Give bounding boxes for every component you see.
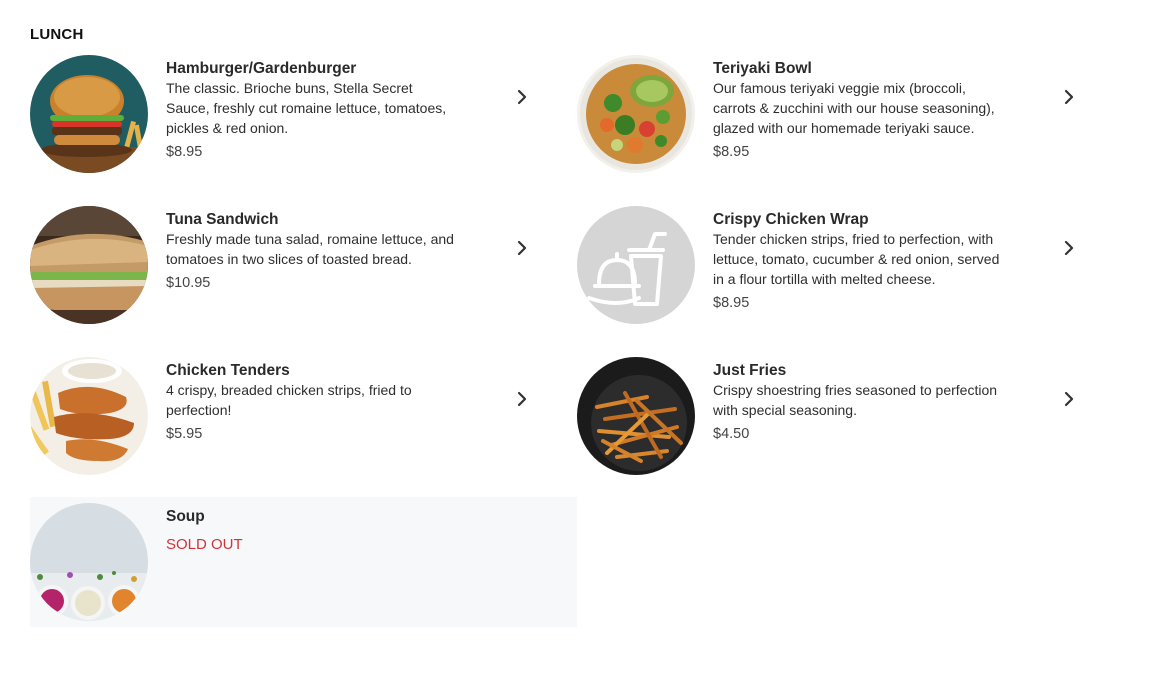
- menu-item-soup: Soup SOLD OUT: [30, 497, 577, 627]
- item-text: Soup SOLD OUT: [166, 508, 456, 554]
- menu-item-hamburger[interactable]: Hamburger/Gardenburger The classic. Brio…: [30, 49, 577, 179]
- menu-item-teriyaki-bowl[interactable]: Teriyaki Bowl Our famous teriyaki veggie…: [577, 49, 1124, 179]
- item-name: Soup: [166, 508, 205, 525]
- item-text: Hamburger/Gardenburger The classic. Brio…: [166, 60, 456, 161]
- item-price: $5.95: [166, 426, 203, 442]
- item-text: Chicken Tenders 4 crispy, breaded chicke…: [166, 362, 456, 443]
- chevron-right-icon[interactable]: [514, 391, 530, 407]
- item-price: $10.95: [166, 275, 211, 291]
- section-title: LUNCH: [30, 26, 84, 43]
- item-text: Just Fries Crispy shoestring fries seaso…: [713, 362, 1003, 443]
- food-placeholder-icon: [577, 206, 695, 324]
- chevron-right-icon[interactable]: [514, 89, 530, 105]
- item-image: [30, 55, 148, 173]
- item-description: Crispy shoestring fries seasoned to perf…: [713, 382, 998, 418]
- item-name: Crispy Chicken Wrap: [713, 211, 869, 228]
- sold-out-badge: SOLD OUT: [166, 536, 243, 553]
- item-image: [30, 206, 148, 324]
- chevron-right-icon[interactable]: [1061, 240, 1077, 256]
- menu-item-just-fries[interactable]: Just Fries Crispy shoestring fries seaso…: [577, 351, 1124, 481]
- item-image: [577, 55, 695, 173]
- item-text: Teriyaki Bowl Our famous teriyaki veggie…: [713, 60, 1003, 161]
- item-price: $8.95: [713, 295, 750, 311]
- item-description: Tender chicken strips, fried to perfecti…: [713, 231, 1000, 287]
- menu-item-crispy-chicken-wrap[interactable]: Crispy Chicken Wrap Tender chicken strip…: [577, 200, 1124, 330]
- item-price: $8.95: [713, 144, 750, 160]
- item-image: [30, 503, 148, 621]
- item-text: Tuna Sandwich Freshly made tuna salad, r…: [166, 211, 456, 292]
- item-description: Freshly made tuna salad, romaine lettuce…: [166, 231, 454, 267]
- item-image: [30, 357, 148, 475]
- chevron-right-icon[interactable]: [514, 240, 530, 256]
- chevron-right-icon[interactable]: [1061, 89, 1077, 105]
- item-name: Chicken Tenders: [166, 362, 290, 379]
- item-description: 4 crispy, breaded chicken strips, fried …: [166, 382, 412, 418]
- item-text: Crispy Chicken Wrap Tender chicken strip…: [713, 211, 1003, 312]
- item-name: Teriyaki Bowl: [713, 60, 812, 77]
- item-image: [577, 357, 695, 475]
- item-price: $4.50: [713, 426, 750, 442]
- item-description: Our famous teriyaki veggie mix (broccoli…: [713, 80, 995, 136]
- menu-item-tuna-sandwich[interactable]: Tuna Sandwich Freshly made tuna salad, r…: [30, 200, 577, 330]
- item-price: $8.95: [166, 144, 203, 160]
- menu-page: LUNCH Hamburger/Gardenburger The classic…: [0, 0, 1152, 674]
- item-name: Hamburger/Gardenburger: [166, 60, 357, 77]
- chevron-right-icon[interactable]: [1061, 391, 1077, 407]
- item-name: Tuna Sandwich: [166, 211, 279, 228]
- item-description: The classic. Brioche buns, Stella Secret…: [166, 80, 447, 136]
- menu-item-chicken-tenders[interactable]: Chicken Tenders 4 crispy, breaded chicke…: [30, 351, 577, 481]
- item-name: Just Fries: [713, 362, 787, 379]
